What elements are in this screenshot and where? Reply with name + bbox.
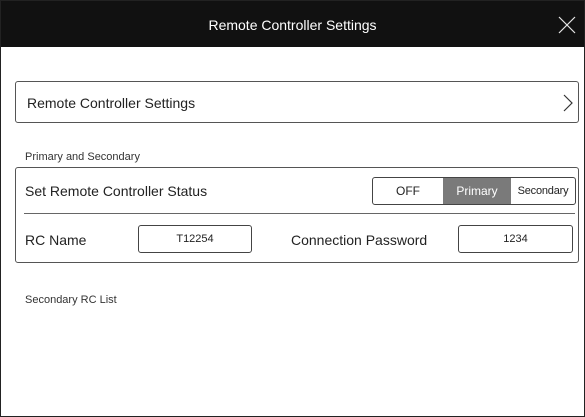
connection-password-label: Connection Password xyxy=(291,232,428,248)
status-label: Set Remote Controller Status xyxy=(25,183,208,199)
status-option-primary[interactable]: Primary xyxy=(443,178,511,204)
rc-name-field[interactable]: T12254 xyxy=(138,225,252,253)
rc-name-label: RC Name xyxy=(25,232,87,248)
title-bar: Remote Controller Settings xyxy=(1,1,584,47)
remote-controller-settings-row[interactable]: Remote Controller Settings xyxy=(15,81,579,123)
dialog-title: Remote Controller Settings xyxy=(208,17,377,33)
rc-status-segmented-control: OFF Primary Secondary xyxy=(372,177,576,205)
connection-password-field[interactable]: 1234 xyxy=(458,225,573,253)
secondary-rc-list-label: Secondary RC List xyxy=(25,294,117,306)
chevron-right-icon xyxy=(563,94,573,112)
status-option-off[interactable]: OFF xyxy=(373,178,443,204)
settings-dialog: Remote Controller Settings Remote Contro… xyxy=(0,0,585,417)
group-divider xyxy=(24,213,575,214)
primary-secondary-group: Set Remote Controller Status OFF Primary… xyxy=(15,167,579,263)
remote-controller-settings-label: Remote Controller Settings xyxy=(27,95,196,111)
primary-secondary-section-label: Primary and Secondary xyxy=(25,151,140,163)
close-icon[interactable] xyxy=(556,14,578,36)
status-option-secondary[interactable]: Secondary xyxy=(511,178,575,204)
